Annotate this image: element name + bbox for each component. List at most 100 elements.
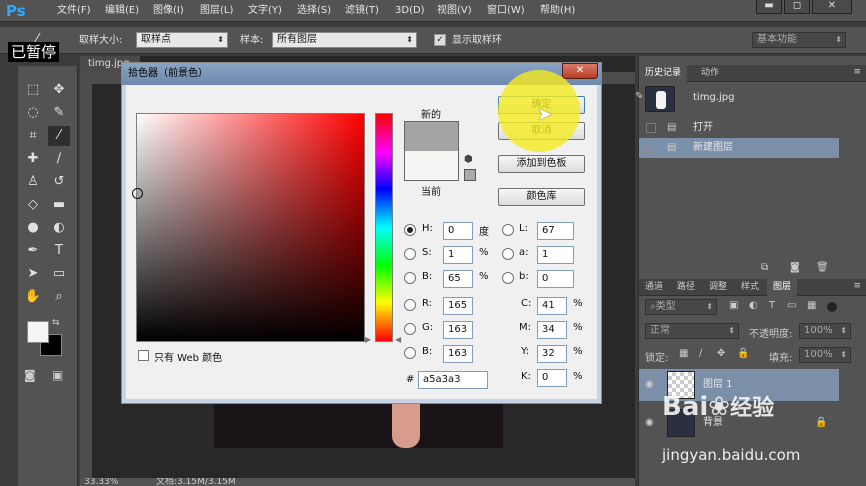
menu-image[interactable]: 图像(I) [153, 0, 184, 22]
tab-actions[interactable]: 动作 [695, 65, 725, 82]
gradient-tool-icon[interactable]: ▬ [48, 195, 70, 215]
gamut-warning-icon[interactable]: ⬢ [464, 154, 476, 166]
lock-position-icon[interactable]: ✥ [717, 348, 725, 359]
type-tool-icon[interactable]: T [48, 241, 70, 261]
path-selection-icon[interactable]: ➤ [22, 264, 44, 284]
camera-icon[interactable]: ◙ [790, 262, 800, 273]
lab-b-field[interactable]: 0 [537, 270, 574, 288]
hex-field[interactable]: a5a3a3 [418, 371, 488, 389]
lab-a-field[interactable]: 1 [537, 246, 574, 264]
menu-3d[interactable]: 3D(D) [395, 0, 425, 22]
new-document-from-state-icon[interactable]: ⧉ [761, 262, 768, 273]
radio-hue[interactable] [404, 224, 416, 236]
tab-layers[interactable]: 图层 [767, 279, 798, 296]
eraser-tool-icon[interactable]: ◇ [22, 195, 44, 215]
current-color-swatch[interactable] [404, 151, 459, 181]
radio-lab-a[interactable] [502, 248, 514, 260]
brush-tool-icon[interactable]: ∕ [48, 149, 70, 169]
clone-stamp-icon[interactable]: ♙ [22, 172, 44, 192]
web-safe-warning-icon[interactable] [464, 169, 476, 181]
marquee-tool-icon[interactable]: ⬚ [22, 80, 44, 100]
history-brush-source-icon[interactable]: ✎ [635, 91, 643, 102]
menu-select[interactable]: 选择(S) [297, 0, 331, 22]
screen-mode-icon[interactable]: ▣ [52, 368, 63, 382]
radio-saturation[interactable] [404, 248, 416, 260]
tab-paths[interactable]: 路径 [671, 279, 701, 296]
sample-size-select[interactable]: 取样点 ⬍ [136, 32, 228, 48]
healing-brush-icon[interactable]: ✚ [22, 149, 44, 169]
black-field[interactable]: 0 [537, 369, 567, 387]
canvas-image[interactable] [214, 404, 503, 448]
sample-select[interactable]: 所有图层 ⬍ [272, 32, 417, 48]
yellow-field[interactable]: 32 [537, 345, 567, 363]
tab-channels[interactable]: 通道 [639, 279, 669, 296]
tab-styles[interactable]: 样式 [735, 279, 765, 296]
add-to-swatches-button[interactable]: 添加到色板 [498, 155, 585, 173]
maximize-button[interactable]: ◻ [784, 0, 810, 14]
filter-adjustment-icon[interactable]: ◐ [749, 300, 758, 311]
eyedropper-tool-icon[interactable]: ⁄ [48, 126, 70, 146]
foreground-color-swatch-front[interactable] [27, 321, 49, 343]
layer-filter-select[interactable]: ⌕类型 ⬍ [645, 299, 717, 315]
trash-icon[interactable]: 🗑 [816, 262, 829, 273]
panel-menu-icon[interactable]: ≡ [853, 67, 861, 77]
swap-colors-icon[interactable]: ⇆ [52, 318, 60, 328]
move-tool-icon[interactable]: ✥ [48, 80, 70, 100]
radio-green[interactable] [404, 323, 416, 335]
radio-brightness[interactable] [404, 272, 416, 284]
fill-field[interactable]: 100% ⬍ [799, 347, 851, 363]
eye-icon[interactable]: ◉ [645, 369, 654, 401]
menu-help[interactable]: 帮助(H) [540, 0, 575, 22]
history-brush-icon[interactable]: ↺ [48, 172, 70, 192]
lock-transparency-icon[interactable]: ▦ [679, 348, 688, 359]
minimize-button[interactable]: ▬ [756, 0, 782, 14]
filter-toggle-icon[interactable] [827, 302, 837, 312]
close-window-button[interactable]: ✕ [812, 0, 852, 14]
saturation-brightness-field[interactable] [132, 113, 365, 342]
saturation-field[interactable]: 1 [443, 246, 473, 264]
blur-tool-icon[interactable]: ● [22, 218, 44, 238]
dodge-tool-icon[interactable]: ◐ [48, 218, 70, 238]
radio-lightness[interactable] [502, 224, 514, 236]
tab-adjustments[interactable]: 调整 [703, 279, 733, 296]
panel-menu-icon[interactable]: ≡ [853, 281, 861, 291]
opacity-field[interactable]: 100% ⬍ [799, 323, 851, 339]
brightness-field[interactable]: 65 [443, 270, 473, 288]
hue-slider-left-handle[interactable]: ▶ [365, 335, 373, 344]
lock-pixels-icon[interactable]: ∕ [699, 348, 702, 359]
green-field[interactable]: 163 [443, 321, 473, 339]
history-state-checkbox[interactable] [646, 143, 656, 153]
color-field-cursor[interactable] [132, 188, 143, 199]
radio-red[interactable] [404, 299, 416, 311]
hand-tool-icon[interactable]: ✋ [22, 287, 44, 307]
menu-window[interactable]: 窗口(W) [487, 0, 525, 22]
blend-mode-select[interactable]: 正常 ⬍ [645, 323, 739, 339]
menu-file[interactable]: 文件(F) [57, 0, 91, 22]
show-ring-checkbox[interactable]: ✓ [434, 34, 446, 46]
menu-view[interactable]: 视图(V) [437, 0, 472, 22]
radio-blue[interactable] [404, 347, 416, 359]
web-colors-checkbox[interactable] [138, 350, 149, 361]
hue-field[interactable]: 0 [443, 222, 473, 240]
menu-type[interactable]: 文字(Y) [248, 0, 282, 22]
menu-layer[interactable]: 图层(L) [200, 0, 233, 22]
zoom-tool-icon[interactable]: ⌕ [48, 287, 70, 307]
history-item-open[interactable]: ▤ 打开 [639, 118, 839, 138]
lasso-tool-icon[interactable]: ◌ [22, 103, 44, 123]
filter-image-icon[interactable]: ▣ [729, 300, 738, 311]
blue-field[interactable]: 163 [443, 345, 473, 363]
pen-tool-icon[interactable]: ✒ [22, 241, 44, 261]
tab-history[interactable]: 历史记录 [639, 65, 688, 82]
history-state-checkbox[interactable] [646, 123, 656, 133]
magenta-field[interactable]: 34 [537, 321, 567, 339]
filter-type-icon[interactable]: T [769, 300, 775, 311]
hue-slider[interactable] [375, 113, 393, 342]
eye-icon[interactable]: ◉ [645, 407, 654, 439]
quick-selection-tool-icon[interactable]: ✎ [48, 103, 70, 123]
cyan-field[interactable]: 41 [537, 297, 567, 315]
quick-mask-icon[interactable]: ◙ [24, 368, 36, 382]
workspace-select[interactable]: 基本功能 ⬍ [752, 32, 846, 48]
menu-filter[interactable]: 滤镜(T) [345, 0, 379, 22]
lock-all-icon[interactable]: 🔒 [737, 348, 749, 359]
filter-shape-icon[interactable]: ▭ [787, 300, 796, 311]
